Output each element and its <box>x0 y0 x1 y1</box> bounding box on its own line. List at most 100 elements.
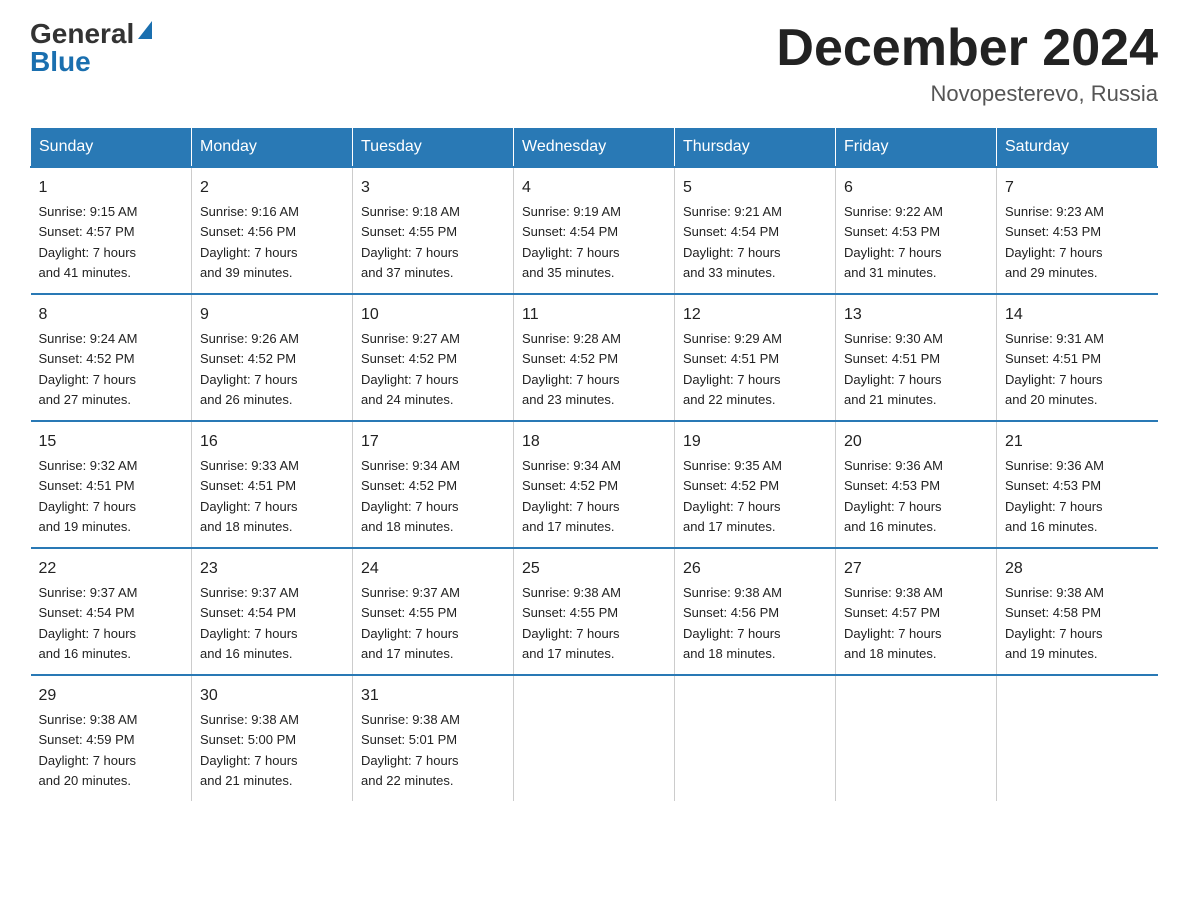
calendar-cell <box>514 675 675 801</box>
calendar-cell: 29 Sunrise: 9:38 AMSunset: 4:59 PMDayligh… <box>31 675 192 801</box>
calendar-cell: 8Sunrise: 9:24 AMSunset: 4:52 PMDaylight… <box>31 294 192 421</box>
calendar-cell: 12 Sunrise: 9:29 AMSunset: 4:51 PMDayligh… <box>675 294 836 421</box>
day-info: Sunrise: 9:21 AMSunset: 4:54 PMDaylight:… <box>683 204 782 280</box>
day-info: Sunrise: 9:38 AMSunset: 4:58 PMDaylight:… <box>1005 585 1104 661</box>
week-row-5: 29 Sunrise: 9:38 AMSunset: 4:59 PMDayligh… <box>31 675 1158 801</box>
calendar-cell: 20 Sunrise: 9:36 AMSunset: 4:53 PMDayligh… <box>836 421 997 548</box>
calendar-cell: 30 Sunrise: 9:38 AMSunset: 5:00 PMDayligh… <box>192 675 353 801</box>
col-friday: Friday <box>836 128 997 168</box>
col-wednesday: Wednesday <box>514 128 675 168</box>
day-number: 1 <box>39 176 184 200</box>
week-row-3: 15 Sunrise: 9:32 AMSunset: 4:51 PMDayligh… <box>31 421 1158 548</box>
calendar-table: Sunday Monday Tuesday Wednesday Thursday… <box>30 127 1158 801</box>
day-number: 3 <box>361 176 505 200</box>
col-saturday: Saturday <box>997 128 1158 168</box>
day-number: 27 <box>844 557 988 581</box>
calendar-cell <box>675 675 836 801</box>
day-info: Sunrise: 9:28 AMSunset: 4:52 PMDaylight:… <box>522 331 621 407</box>
day-info: Sunrise: 9:34 AMSunset: 4:52 PMDaylight:… <box>522 458 621 534</box>
calendar-header: Sunday Monday Tuesday Wednesday Thursday… <box>31 128 1158 168</box>
day-info: Sunrise: 9:19 AMSunset: 4:54 PMDaylight:… <box>522 204 621 280</box>
day-info: Sunrise: 9:38 AMSunset: 4:57 PMDaylight:… <box>844 585 943 661</box>
day-number: 12 <box>683 303 827 327</box>
day-info: Sunrise: 9:38 AMSunset: 5:01 PMDaylight:… <box>361 712 460 788</box>
day-info: Sunrise: 9:37 AMSunset: 4:54 PMDaylight:… <box>200 585 299 661</box>
calendar-cell: 22Sunrise: 9:37 AMSunset: 4:54 PMDayligh… <box>31 548 192 675</box>
location: Novopesterevo, Russia <box>776 81 1158 107</box>
day-number: 13 <box>844 303 988 327</box>
day-info: Sunrise: 9:15 AMSunset: 4:57 PMDaylight:… <box>39 204 138 280</box>
day-number: 28 <box>1005 557 1150 581</box>
col-tuesday: Tuesday <box>353 128 514 168</box>
logo-general: General <box>30 20 134 48</box>
day-number: 15 <box>39 430 184 454</box>
week-row-2: 8Sunrise: 9:24 AMSunset: 4:52 PMDaylight… <box>31 294 1158 421</box>
calendar-cell: 3 Sunrise: 9:18 AMSunset: 4:55 PMDaylight… <box>353 167 514 294</box>
day-info: Sunrise: 9:33 AMSunset: 4:51 PMDaylight:… <box>200 458 299 534</box>
day-number: 30 <box>200 684 344 708</box>
day-number: 9 <box>200 303 344 327</box>
header-row: Sunday Monday Tuesday Wednesday Thursday… <box>31 128 1158 168</box>
day-info: Sunrise: 9:36 AMSunset: 4:53 PMDaylight:… <box>844 458 943 534</box>
day-info: Sunrise: 9:26 AMSunset: 4:52 PMDaylight:… <box>200 331 299 407</box>
calendar-cell: 16 Sunrise: 9:33 AMSunset: 4:51 PMDayligh… <box>192 421 353 548</box>
day-number: 2 <box>200 176 344 200</box>
day-number: 24 <box>361 557 505 581</box>
calendar-cell: 15 Sunrise: 9:32 AMSunset: 4:51 PMDayligh… <box>31 421 192 548</box>
calendar-cell: 14Sunrise: 9:31 AMSunset: 4:51 PMDayligh… <box>997 294 1158 421</box>
day-info: Sunrise: 9:32 AMSunset: 4:51 PMDaylight:… <box>39 458 138 534</box>
calendar-cell <box>997 675 1158 801</box>
calendar-cell: 13Sunrise: 9:30 AMSunset: 4:51 PMDayligh… <box>836 294 997 421</box>
day-number: 5 <box>683 176 827 200</box>
day-number: 20 <box>844 430 988 454</box>
calendar-cell: 31Sunrise: 9:38 AMSunset: 5:01 PMDayligh… <box>353 675 514 801</box>
day-number: 23 <box>200 557 344 581</box>
col-sunday: Sunday <box>31 128 192 168</box>
calendar-body: 1 Sunrise: 9:15 AMSunset: 4:57 PMDaylight… <box>31 167 1158 801</box>
logo: General Blue <box>30 20 152 76</box>
day-info: Sunrise: 9:34 AMSunset: 4:52 PMDaylight:… <box>361 458 460 534</box>
day-info: Sunrise: 9:31 AMSunset: 4:51 PMDaylight:… <box>1005 331 1104 407</box>
calendar-cell: 4 Sunrise: 9:19 AMSunset: 4:54 PMDaylight… <box>514 167 675 294</box>
day-info: Sunrise: 9:29 AMSunset: 4:51 PMDaylight:… <box>683 331 782 407</box>
calendar-cell: 6Sunrise: 9:22 AMSunset: 4:53 PMDaylight… <box>836 167 997 294</box>
day-info: Sunrise: 9:38 AMSunset: 4:59 PMDaylight:… <box>39 712 138 788</box>
day-number: 11 <box>522 303 666 327</box>
calendar-cell: 26Sunrise: 9:38 AMSunset: 4:56 PMDayligh… <box>675 548 836 675</box>
day-number: 4 <box>522 176 666 200</box>
day-number: 10 <box>361 303 505 327</box>
day-info: Sunrise: 9:38 AMSunset: 5:00 PMDaylight:… <box>200 712 299 788</box>
calendar-cell: 9 Sunrise: 9:26 AMSunset: 4:52 PMDaylight… <box>192 294 353 421</box>
calendar-cell: 1 Sunrise: 9:15 AMSunset: 4:57 PMDaylight… <box>31 167 192 294</box>
day-number: 18 <box>522 430 666 454</box>
calendar-cell: 17 Sunrise: 9:34 AMSunset: 4:52 PMDayligh… <box>353 421 514 548</box>
calendar-cell: 18 Sunrise: 9:34 AMSunset: 4:52 PMDayligh… <box>514 421 675 548</box>
day-number: 22 <box>39 557 184 581</box>
calendar-cell: 21Sunrise: 9:36 AMSunset: 4:53 PMDayligh… <box>997 421 1158 548</box>
day-info: Sunrise: 9:18 AMSunset: 4:55 PMDaylight:… <box>361 204 460 280</box>
logo-blue: Blue <box>30 48 91 76</box>
day-number: 16 <box>200 430 344 454</box>
calendar-cell: 11 Sunrise: 9:28 AMSunset: 4:52 PMDayligh… <box>514 294 675 421</box>
calendar-cell: 28 Sunrise: 9:38 AMSunset: 4:58 PMDayligh… <box>997 548 1158 675</box>
day-info: Sunrise: 9:35 AMSunset: 4:52 PMDaylight:… <box>683 458 782 534</box>
calendar-cell <box>836 675 997 801</box>
week-row-4: 22 Sunrise: 9:37 AMSunset: 4:54 PMDayligh… <box>31 548 1158 675</box>
day-number: 29 <box>39 684 184 708</box>
col-thursday: Thursday <box>675 128 836 168</box>
day-info: Sunrise: 9:38 AMSunset: 4:55 PMDaylight:… <box>522 585 621 661</box>
day-info: Sunrise: 9:23 AMSunset: 4:53 PMDaylight:… <box>1005 204 1104 280</box>
calendar-cell: 23 Sunrise: 9:37 AMSunset: 4:54 PMDayligh… <box>192 548 353 675</box>
week-row-1: 1 Sunrise: 9:15 AMSunset: 4:57 PMDaylight… <box>31 167 1158 294</box>
col-monday: Monday <box>192 128 353 168</box>
day-info: Sunrise: 9:37 AMSunset: 4:55 PMDaylight:… <box>361 585 460 661</box>
day-number: 17 <box>361 430 505 454</box>
calendar-cell: 27 Sunrise: 9:38 AMSunset: 4:57 PMDayligh… <box>836 548 997 675</box>
day-info: Sunrise: 9:27 AMSunset: 4:52 PMDaylight:… <box>361 331 460 407</box>
page-header: General Blue December 2024 Novopesterevo… <box>30 20 1158 107</box>
calendar-cell: 5 Sunrise: 9:21 AMSunset: 4:54 PMDaylight… <box>675 167 836 294</box>
calendar-cell: 24 Sunrise: 9:37 AMSunset: 4:55 PMDayligh… <box>353 548 514 675</box>
day-number: 7 <box>1005 176 1150 200</box>
logo-triangle-icon <box>138 21 152 39</box>
day-info: Sunrise: 9:16 AMSunset: 4:56 PMDaylight:… <box>200 204 299 280</box>
